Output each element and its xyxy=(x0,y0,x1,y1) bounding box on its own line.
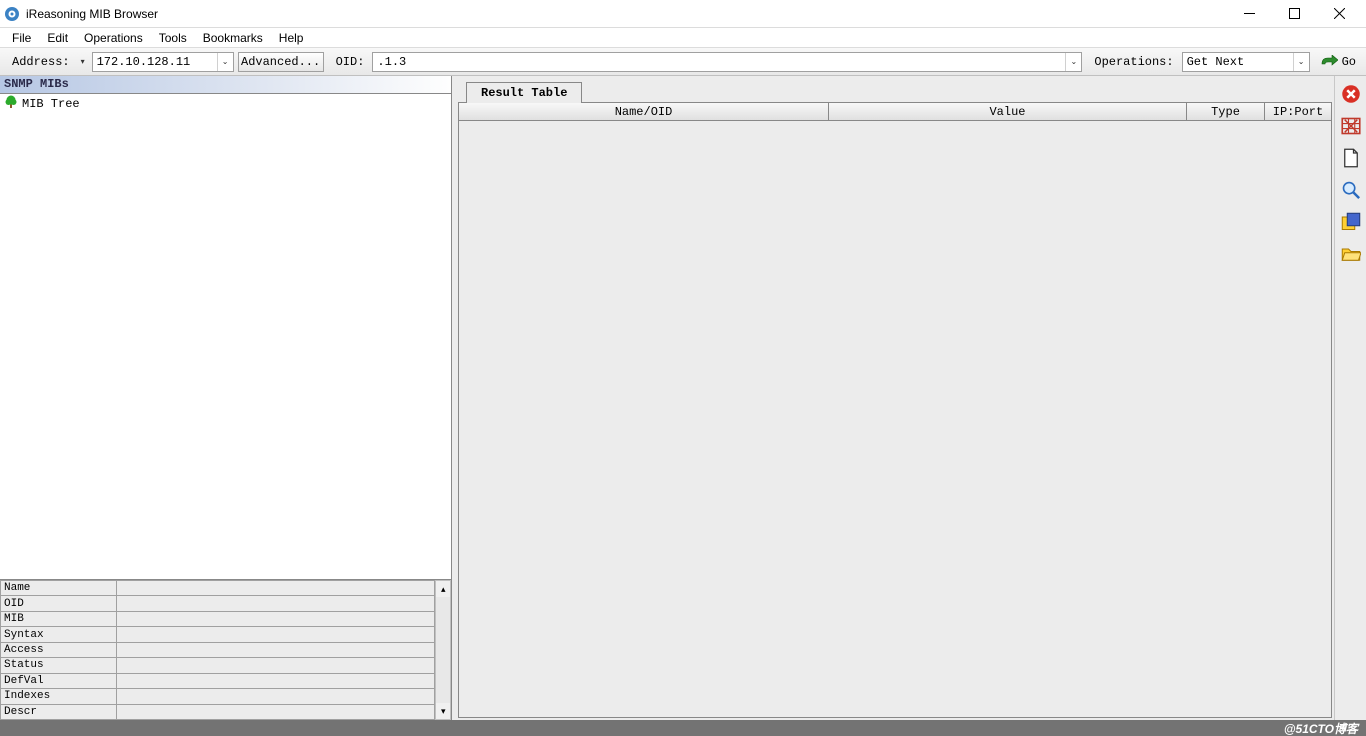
center-pane: Result Table Name/OID Value Type IP:Port xyxy=(452,76,1334,720)
document-icon[interactable] xyxy=(1341,148,1361,168)
property-row: Syntax xyxy=(1,627,435,642)
result-table: Name/OID Value Type IP:Port xyxy=(458,102,1332,718)
go-arrow-icon xyxy=(1320,55,1338,69)
toolbar: Address: ▾ 172.10.128.11 ⌄ Advanced... O… xyxy=(0,48,1366,76)
property-row: Status xyxy=(1,658,435,673)
property-row: Indexes xyxy=(1,689,435,704)
result-table-header: Name/OID Value Type IP:Port xyxy=(459,103,1331,121)
property-key: OID xyxy=(1,596,117,611)
property-row: DefVal xyxy=(1,673,435,688)
menu-help[interactable]: Help xyxy=(271,29,312,47)
advanced-button[interactable]: Advanced... xyxy=(238,52,324,72)
menu-file[interactable]: File xyxy=(4,29,39,47)
window-controls xyxy=(1227,0,1362,27)
chevron-down-icon: ⌄ xyxy=(217,53,233,71)
oid-label: OID: xyxy=(328,55,369,69)
close-button[interactable] xyxy=(1317,0,1362,27)
property-row: OID xyxy=(1,596,435,611)
property-row: Name xyxy=(1,581,435,596)
address-combo[interactable]: 172.10.128.11 ⌄ xyxy=(92,52,234,72)
property-value[interactable] xyxy=(117,642,435,657)
mib-tree[interactable]: MIB Tree xyxy=(0,94,451,580)
property-key: DefVal xyxy=(1,673,117,688)
chevron-down-icon: ⌄ xyxy=(1293,53,1309,71)
property-value[interactable] xyxy=(117,596,435,611)
maximize-button[interactable] xyxy=(1272,0,1317,27)
property-value[interactable] xyxy=(117,689,435,704)
clear-icon[interactable] xyxy=(1341,84,1361,104)
properties-table: NameOIDMIBSyntaxAccessStatusDefValIndexe… xyxy=(0,580,435,720)
menubar: File Edit Operations Tools Bookmarks Hel… xyxy=(0,28,1366,48)
oid-combo[interactable]: .1.3 ⌄ xyxy=(372,52,1082,72)
scroll-track[interactable] xyxy=(436,597,450,703)
left-pane: SNMP MIBs MIB Tree NameOIDMIBSyntaxAcces… xyxy=(0,76,452,720)
property-value[interactable] xyxy=(117,673,435,688)
properties-scrollbar[interactable]: ▴ ▾ xyxy=(435,580,451,720)
property-key: Status xyxy=(1,658,117,673)
property-value[interactable] xyxy=(117,627,435,642)
address-value: 172.10.128.11 xyxy=(93,55,217,69)
menu-tools[interactable]: Tools xyxy=(151,29,195,47)
property-value[interactable] xyxy=(117,658,435,673)
result-tabs: Result Table xyxy=(458,78,1332,102)
chevron-down-icon: ⌄ xyxy=(1065,53,1081,71)
property-value[interactable] xyxy=(117,704,435,720)
scroll-up-icon[interactable]: ▴ xyxy=(436,581,450,597)
property-key: Name xyxy=(1,581,117,596)
operations-value: Get Next xyxy=(1183,55,1293,69)
mib-tree-root-label: MIB Tree xyxy=(22,97,80,111)
menu-bookmarks[interactable]: Bookmarks xyxy=(195,29,271,47)
menu-edit[interactable]: Edit xyxy=(39,29,76,47)
operations-label: Operations: xyxy=(1086,55,1177,69)
property-key: Indexes xyxy=(1,689,117,704)
app-icon xyxy=(4,6,20,22)
col-ip-port[interactable]: IP:Port xyxy=(1265,103,1331,120)
watermark: @51CTO博客 xyxy=(1284,720,1358,736)
properties-panel: NameOIDMIBSyntaxAccessStatusDefValIndexe… xyxy=(0,580,451,720)
property-key: Access xyxy=(1,642,117,657)
export-icon[interactable] xyxy=(1341,212,1361,232)
mib-tree-root[interactable]: MIB Tree xyxy=(0,94,451,114)
property-key: Syntax xyxy=(1,627,117,642)
property-value[interactable] xyxy=(117,581,435,596)
tab-result-table[interactable]: Result Table xyxy=(466,82,582,103)
address-history-dropdown[interactable]: ▾ xyxy=(78,52,88,72)
property-row: MIB xyxy=(1,611,435,626)
minimize-button[interactable] xyxy=(1227,0,1272,27)
oid-value: .1.3 xyxy=(373,55,1065,69)
col-value[interactable]: Value xyxy=(829,103,1187,120)
table-options-icon[interactable] xyxy=(1341,116,1361,136)
go-button[interactable]: Go xyxy=(1314,55,1362,69)
go-label: Go xyxy=(1342,55,1356,69)
property-key: Descr xyxy=(1,704,117,720)
scroll-down-icon[interactable]: ▾ xyxy=(436,703,450,719)
snmp-mibs-header: SNMP MIBs xyxy=(0,76,451,94)
open-folder-icon[interactable] xyxy=(1341,244,1361,264)
window-title: iReasoning MIB Browser xyxy=(26,7,158,21)
right-toolbar xyxy=(1334,76,1366,720)
window-titlebar: iReasoning MIB Browser xyxy=(0,0,1366,28)
property-row: Descr xyxy=(1,704,435,720)
advanced-label: Advanced... xyxy=(241,55,320,69)
main-area: SNMP MIBs MIB Tree NameOIDMIBSyntaxAcces… xyxy=(0,76,1366,720)
col-name-oid[interactable]: Name/OID xyxy=(459,103,829,120)
col-type[interactable]: Type xyxy=(1187,103,1265,120)
property-key: MIB xyxy=(1,611,117,626)
menu-operations[interactable]: Operations xyxy=(76,29,151,47)
property-value[interactable] xyxy=(117,611,435,626)
operations-combo[interactable]: Get Next ⌄ xyxy=(1182,52,1310,72)
address-label: Address: xyxy=(4,55,74,69)
search-icon[interactable] xyxy=(1341,180,1361,200)
tree-icon xyxy=(4,95,18,113)
footer-strip: @51CTO博客 xyxy=(0,720,1366,736)
property-row: Access xyxy=(1,642,435,657)
result-rows[interactable] xyxy=(459,121,1331,717)
